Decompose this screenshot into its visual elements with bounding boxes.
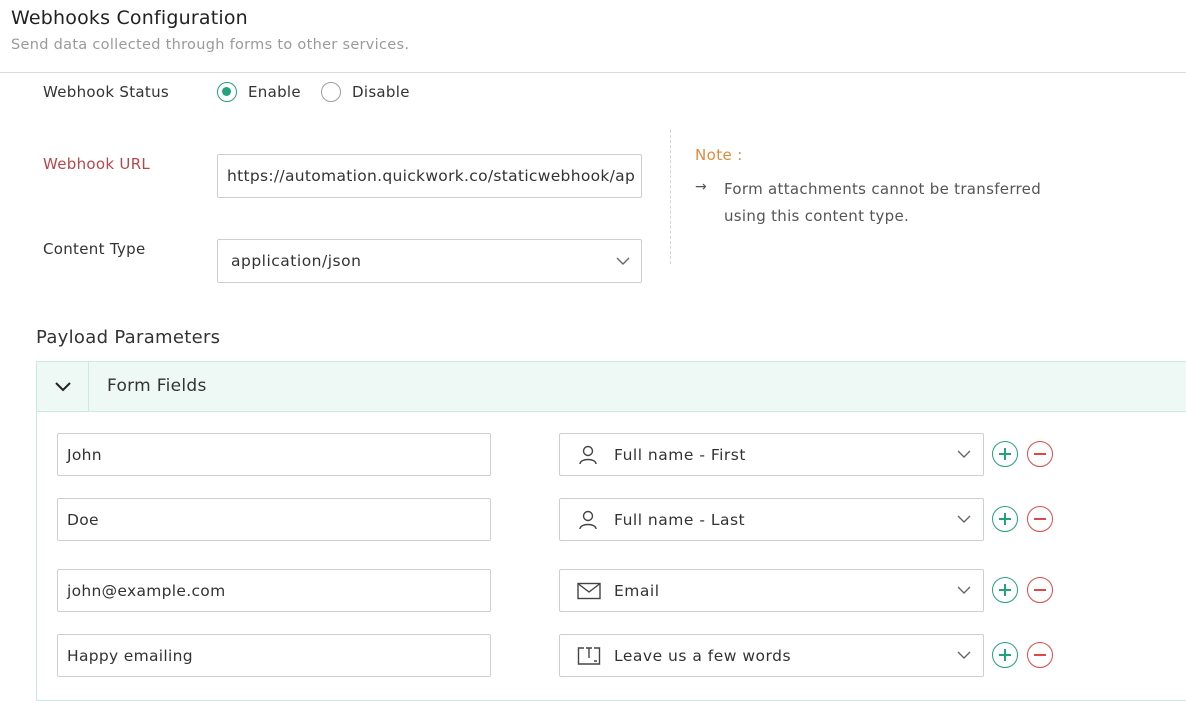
form-fields-title: Form Fields (107, 376, 207, 396)
arrow-right-icon: → (695, 179, 707, 195)
minus-icon (1034, 453, 1046, 455)
note-divider (670, 130, 671, 264)
add-row-button[interactable] (992, 506, 1018, 532)
chevron-down-icon (616, 257, 630, 265)
chevron-down-icon (54, 382, 71, 392)
person-icon (579, 510, 597, 529)
payload-value-input[interactable]: Happy emailing (57, 634, 491, 677)
payload-value-input[interactable]: John (57, 433, 491, 476)
payload-field-select[interactable]: Full name - First (559, 433, 984, 476)
radio-unselected-icon (321, 82, 341, 102)
enable-radio-label: Enable (248, 83, 301, 101)
plus-icon (999, 513, 1011, 525)
chevron-down-icon (957, 586, 971, 594)
remove-row-button[interactable] (1027, 441, 1053, 467)
payload-field-label: Full name - First (614, 445, 746, 464)
add-row-button[interactable] (992, 441, 1018, 467)
page-subtitle: Send data collected through forms to oth… (11, 37, 410, 53)
payload-value-input[interactable]: Doe (57, 498, 491, 541)
content-type-label: Content Type (43, 240, 146, 258)
payload-field-select[interactable]: Full name - Last (559, 498, 984, 541)
radio-selected-icon (217, 82, 237, 102)
payload-field-select[interactable]: Leave us a few words (559, 634, 984, 677)
payload-value-input[interactable]: john@example.com (57, 569, 491, 612)
minus-icon (1034, 518, 1046, 520)
remove-row-button[interactable] (1027, 577, 1053, 603)
add-row-button[interactable] (992, 642, 1018, 668)
plus-icon (999, 448, 1011, 460)
minus-icon (1034, 654, 1046, 656)
webhook-url-input[interactable]: https://automation.quickwork.co/staticwe… (217, 154, 642, 198)
person-icon (579, 445, 597, 464)
minus-icon (1034, 589, 1046, 591)
chevron-down-icon (957, 515, 971, 523)
note-title: Note : (695, 146, 743, 164)
chevron-down-icon (957, 450, 971, 458)
payload-field-select[interactable]: Email (559, 569, 984, 612)
webhook-status-label: Webhook Status (43, 83, 170, 101)
page-title: Webhooks Configuration (11, 7, 248, 29)
content-type-value: application/json (231, 252, 362, 270)
content-type-select[interactable]: application/json (217, 239, 642, 283)
header-divider (0, 72, 1186, 73)
payload-field-label: Full name - Last (614, 510, 746, 529)
envelope-icon (577, 582, 601, 599)
disable-radio[interactable]: Disable (321, 82, 410, 102)
webhook-url-label: Webhook URL (43, 155, 151, 173)
payload-field-label: Email (614, 581, 660, 600)
disable-radio-label: Disable (352, 83, 410, 101)
remove-row-button[interactable] (1027, 506, 1053, 532)
payload-parameters-title: Payload Parameters (36, 327, 221, 348)
plus-icon (999, 584, 1011, 596)
textarea-icon (577, 646, 601, 665)
chevron-down-icon (957, 651, 971, 659)
plus-icon (999, 649, 1011, 661)
add-row-button[interactable] (992, 577, 1018, 603)
payload-field-label: Leave us a few words (614, 646, 792, 665)
note-text: Form attachments cannot be transferred u… (724, 180, 1042, 225)
enable-radio[interactable]: Enable (217, 82, 301, 102)
remove-row-button[interactable] (1027, 642, 1053, 668)
form-fields-header (37, 362, 1186, 412)
collapse-button[interactable] (37, 362, 89, 412)
